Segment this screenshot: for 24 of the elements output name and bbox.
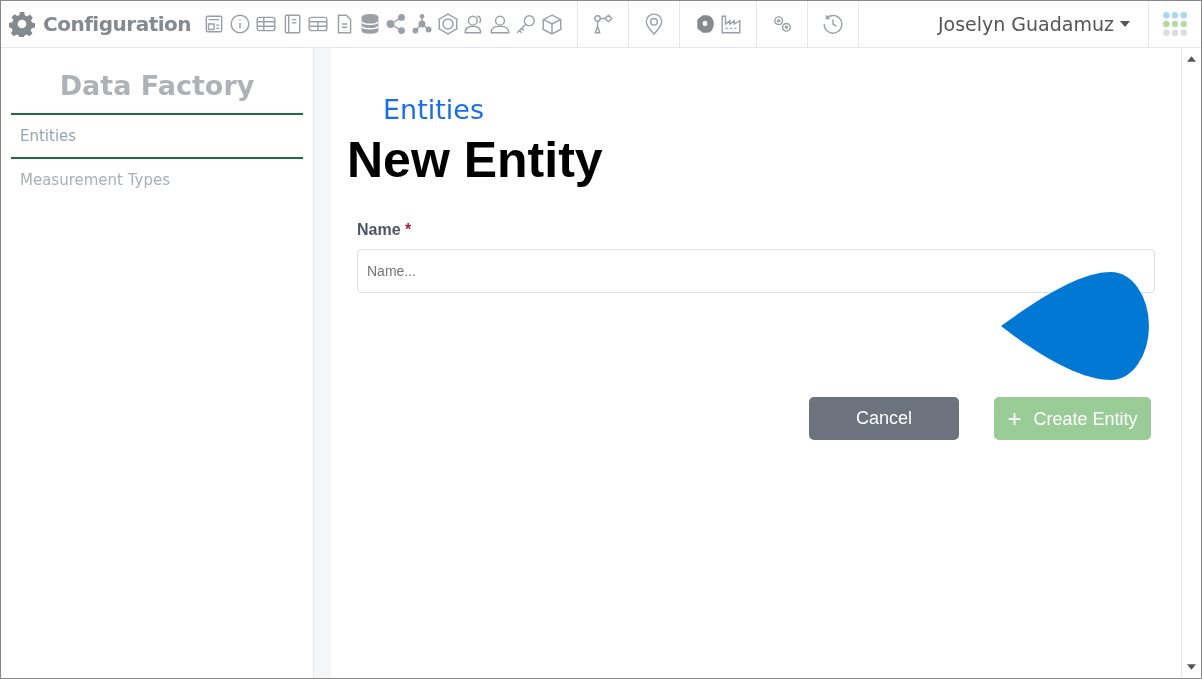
gears-icon[interactable] [771, 13, 794, 35]
network-icon[interactable] [411, 13, 434, 35]
user-icon[interactable] [489, 13, 512, 35]
workflow-icon[interactable] [592, 13, 615, 35]
scroll-down-icon[interactable] [1187, 664, 1196, 670]
factory-icon[interactable] [720, 13, 743, 35]
key-icon[interactable] [515, 13, 538, 35]
caret-icon [1120, 21, 1130, 27]
sidebar-title: Data Factory [11, 70, 303, 115]
share-icon[interactable] [385, 13, 408, 35]
user-menu[interactable]: Joselyn Guadamuz [919, 13, 1148, 35]
breadcrumb-link[interactable]: Entities [383, 94, 1155, 125]
cube-icon[interactable] [541, 13, 564, 35]
cancel-button[interactable]: Cancel [809, 397, 959, 440]
page-title: New Entity [347, 131, 604, 189]
name-input-field[interactable]: Name... [357, 249, 1155, 293]
hexagon-icon[interactable] [437, 13, 460, 35]
info-icon[interactable] [229, 13, 252, 35]
app-title: Configuration [43, 12, 192, 36]
settings-icon [9, 11, 35, 37]
field-label: Name * [357, 221, 413, 239]
sidebar-item[interactable]: Entities [11, 115, 303, 159]
history-icon[interactable] [822, 13, 845, 35]
scroll-up-icon[interactable] [1187, 56, 1196, 62]
